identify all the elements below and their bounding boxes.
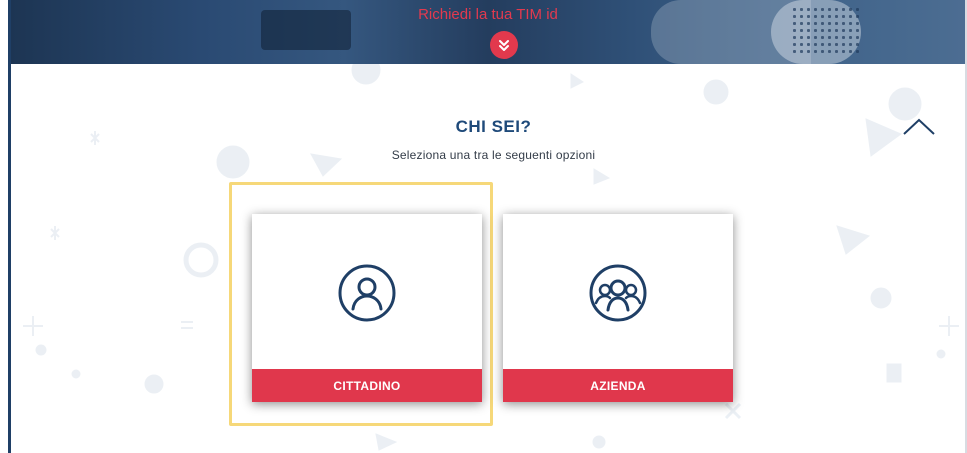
user-circle-icon bbox=[337, 263, 397, 323]
option-card-azienda[interactable]: AZIENDA bbox=[503, 214, 733, 402]
group-circle-icon bbox=[588, 263, 648, 323]
window-edge bbox=[8, 0, 11, 453]
option-card-cittadino[interactable]: CITTADINO bbox=[252, 214, 482, 402]
banner-title[interactable]: Richiedi la tua TIM id bbox=[11, 6, 965, 23]
hero-banner: Richiedi la tua TIM id bbox=[11, 0, 965, 64]
page-subtitle: Seleziona una tra le seguenti opzioni bbox=[391, 148, 596, 162]
page: Richiedi la tua TIM id CHI SEI? Selezion… bbox=[0, 0, 967, 453]
option-label[interactable]: CITTADINO bbox=[252, 369, 482, 402]
option-label[interactable]: AZIENDA bbox=[503, 369, 733, 402]
page-title: CHI SEI? bbox=[455, 117, 532, 136]
chevron-double-down-icon[interactable] bbox=[490, 31, 518, 59]
chevron-up-icon[interactable] bbox=[902, 116, 936, 138]
